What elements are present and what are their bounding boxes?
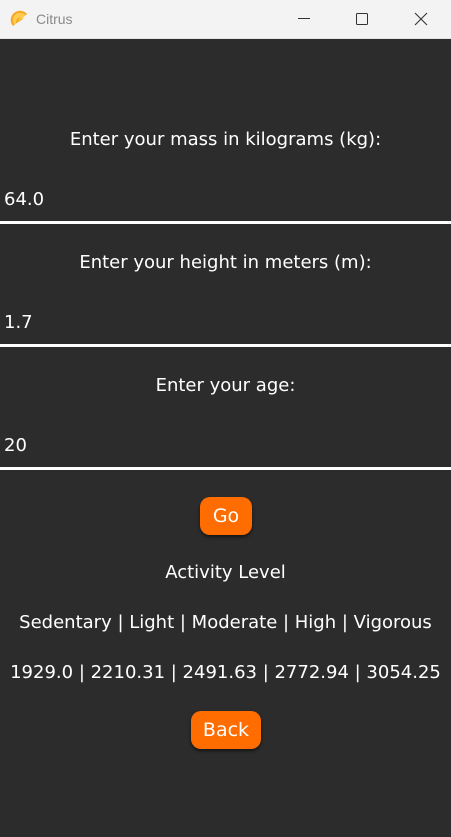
height-input-value[interactable]: 1.7 — [4, 311, 33, 335]
age-field-underline — [0, 467, 451, 470]
citrus-slice-icon — [10, 9, 30, 29]
close-button[interactable] — [393, 0, 451, 38]
age-input-value[interactable]: 20 — [4, 434, 27, 458]
mass-field-underline — [0, 221, 451, 224]
height-label: Enter your height in meters (m): — [79, 252, 372, 273]
maximize-button[interactable] — [333, 0, 391, 38]
title-bar[interactable]: Citrus — [0, 0, 451, 39]
height-field-underline — [0, 344, 451, 347]
age-label: Enter your age: — [155, 375, 296, 396]
minimize-button[interactable] — [275, 0, 333, 38]
window-title: Citrus — [36, 11, 73, 27]
go-button[interactable]: Go — [200, 497, 252, 535]
calorie-values-row: 1929.0 | 2210.31 | 2491.63 | 2772.94 | 3… — [10, 662, 441, 683]
activity-level-heading: Activity Level — [165, 562, 286, 583]
activity-levels-row: Sedentary | Light | Moderate | High | Vi… — [19, 612, 432, 633]
back-button[interactable]: Back — [191, 711, 261, 749]
mass-label: Enter your mass in kilograms (kg): — [69, 129, 382, 150]
app-window: Citrus Enter your mass in kilograms (kg)… — [0, 0, 451, 837]
height-field[interactable]: 1.7 — [0, 311, 451, 341]
age-field[interactable]: 20 — [0, 434, 451, 464]
mass-field[interactable]: 64.0 — [0, 188, 451, 218]
mass-input-value[interactable]: 64.0 — [4, 188, 44, 212]
